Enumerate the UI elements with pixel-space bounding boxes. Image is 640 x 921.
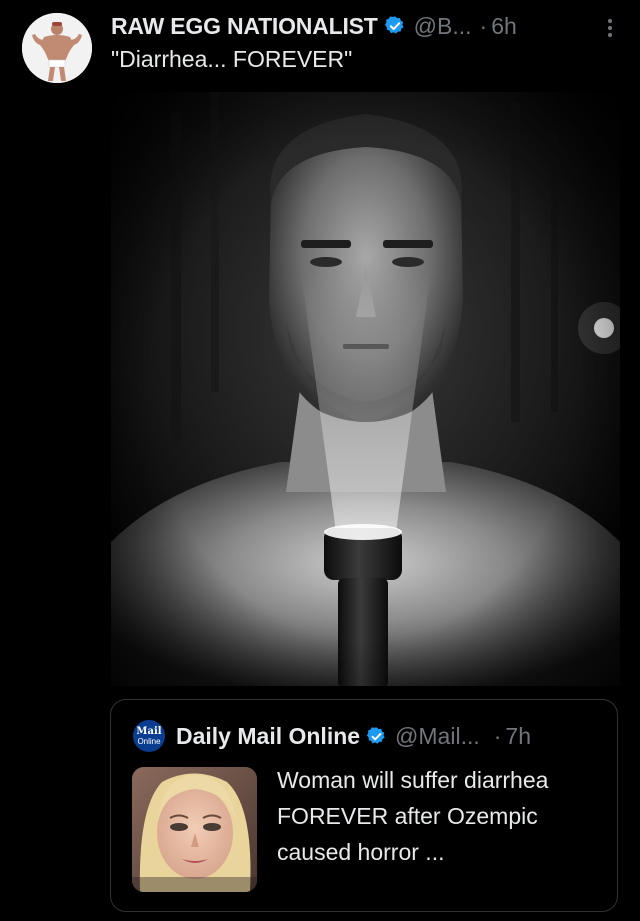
verified-badge-icon — [384, 16, 404, 34]
logo-text-mail: Mail — [136, 725, 162, 737]
separator-dot: · — [493, 722, 502, 749]
quoted-post-thumbnail[interactable] — [132, 767, 257, 892]
quoted-post-header: Mail Online Daily Mail Online @Mail... ·… — [133, 718, 601, 754]
author-handle[interactable]: @B... — [414, 13, 472, 40]
post-time[interactable]: 6h — [491, 13, 517, 40]
quoted-author-handle[interactable]: @Mail... — [395, 723, 480, 750]
man-with-flashlight-image-icon — [111, 92, 620, 686]
logo-text-online: Online — [137, 736, 161, 746]
more-options-icon[interactable] — [600, 16, 620, 40]
post-media-image[interactable] — [111, 92, 620, 686]
post-header: RAW EGG NATIONALIST @B... · 6h — [111, 10, 620, 42]
bodybuilder-avatar-icon — [22, 13, 92, 83]
author-name[interactable]: RAW EGG NATIONALIST — [111, 13, 378, 40]
mail-online-logo-icon[interactable]: Mail Online — [133, 720, 165, 752]
post-text: "Diarrhea... FOREVER" — [111, 46, 353, 72]
quoted-author-name[interactable]: Daily Mail Online — [176, 723, 360, 750]
quoted-post-text: Woman will suffer diarrhea FOREVER after… — [277, 767, 549, 865]
separator-dot: · — [479, 12, 488, 39]
author-avatar[interactable] — [22, 13, 92, 83]
woman-portrait-thumbnail-icon — [132, 767, 257, 892]
quoted-post-card[interactable]: Mail Online Daily Mail Online @Mail... ·… — [110, 699, 618, 912]
verified-badge-icon — [366, 726, 385, 744]
quoted-post-time[interactable]: 7h — [505, 723, 531, 750]
